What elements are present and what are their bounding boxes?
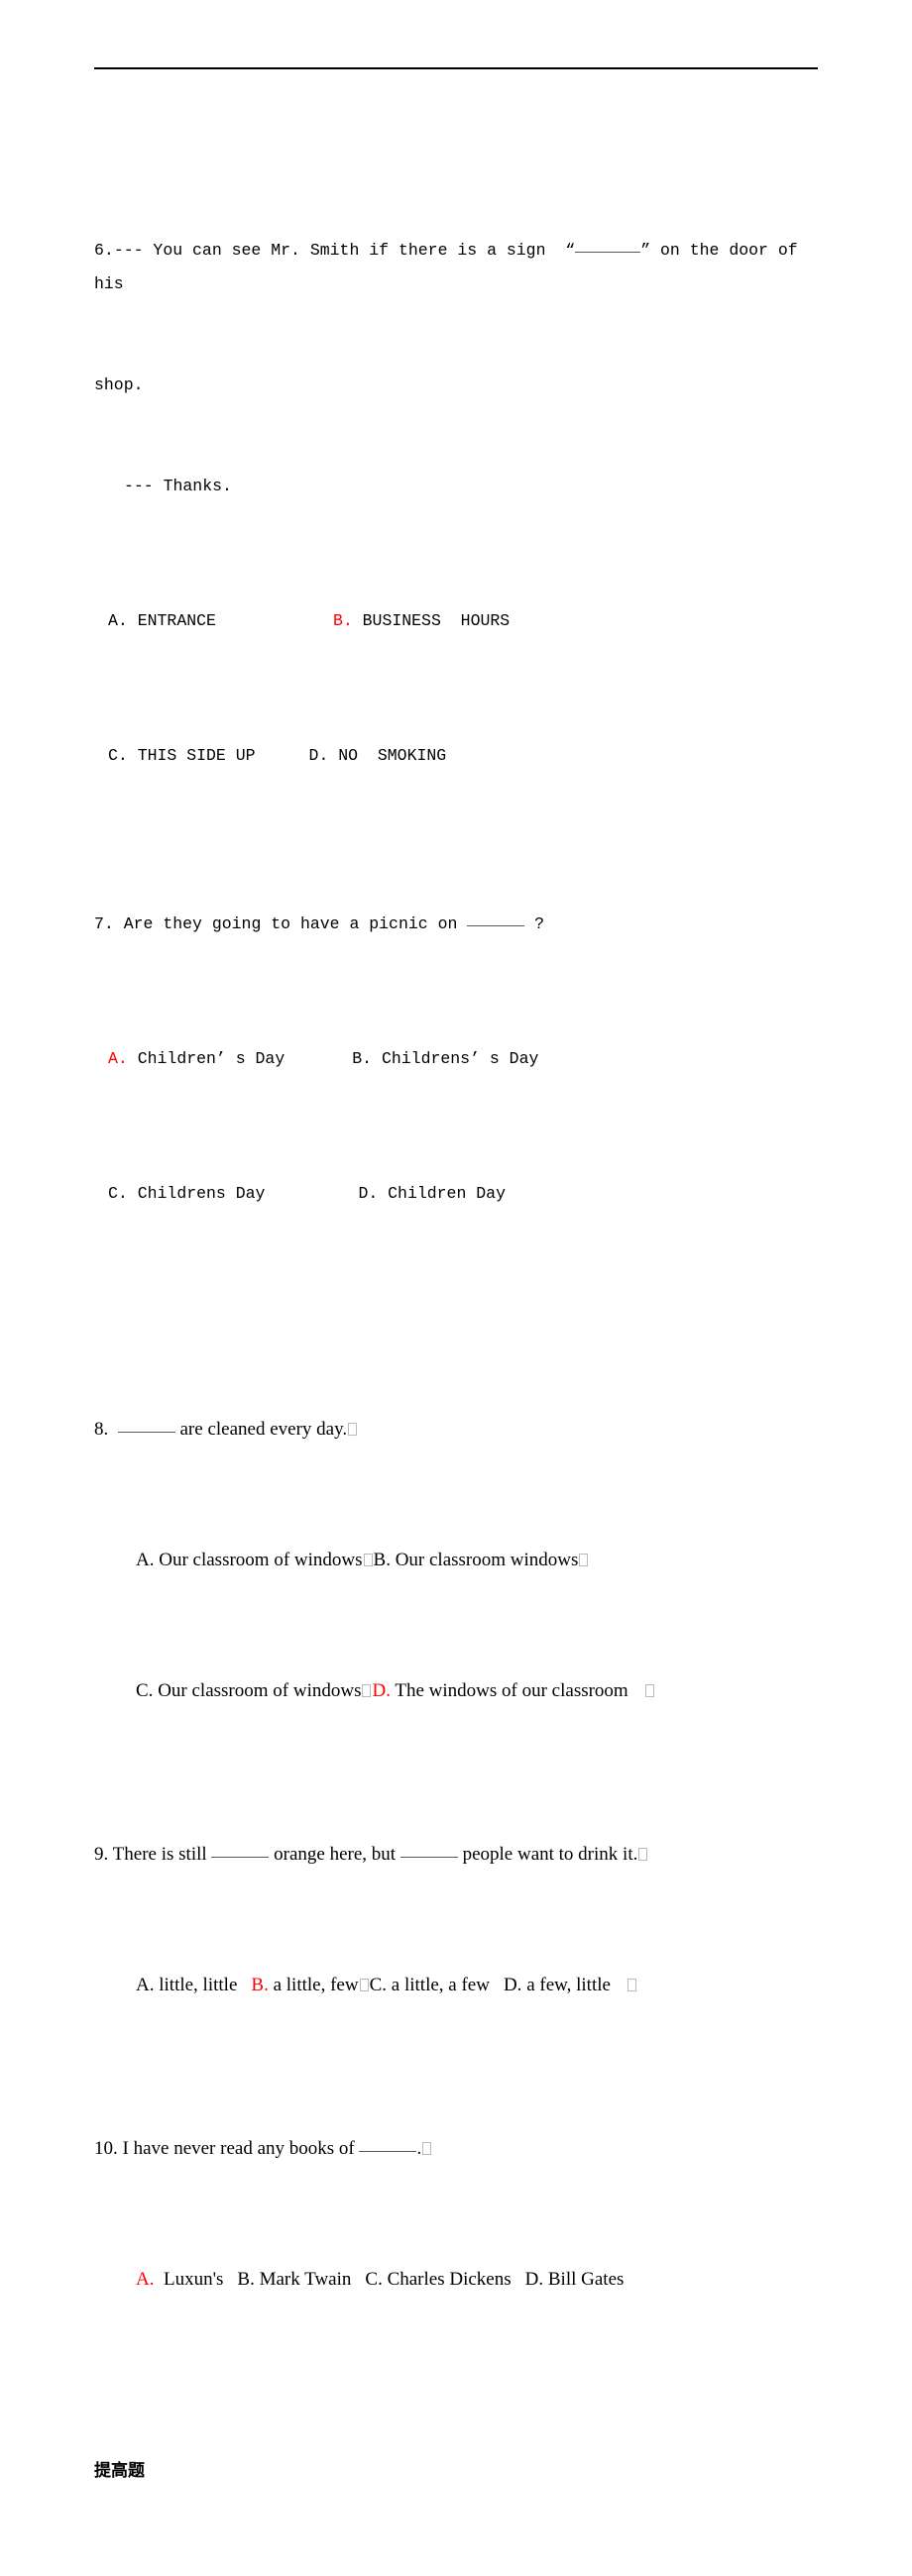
header-divider-rule bbox=[94, 67, 818, 69]
question-9-blank-2[interactable] bbox=[399, 1857, 458, 1858]
question-7-options-row-1: A. Children’ s Day B. Childrens’ s Day bbox=[94, 1042, 828, 1076]
option-letter[interactable]: D. bbox=[309, 746, 329, 765]
question-7-number: 7. bbox=[94, 914, 114, 933]
question-10-blank-1[interactable] bbox=[359, 2151, 417, 2152]
option-text[interactable]: Mark Twain bbox=[255, 2269, 352, 2290]
tofu-box-icon bbox=[359, 1979, 369, 1991]
option-text[interactable]: BUSINESS HOURS bbox=[353, 611, 511, 630]
question-6-stem-line3: --- Thanks. bbox=[124, 477, 232, 495]
question-10-stem: 10. I have never read any books of . bbox=[94, 2132, 828, 2165]
question-8-stem-part1 bbox=[108, 1419, 118, 1440]
option-letter[interactable]: D. bbox=[358, 1184, 378, 1203]
tofu-box-icon bbox=[638, 1848, 648, 1861]
option-text[interactable]: THIS SIDE UP bbox=[128, 746, 256, 765]
tofu-box-icon bbox=[362, 1684, 372, 1697]
question-8-blank-1[interactable] bbox=[117, 1432, 175, 1433]
question-10-stem-part1: I have never read any books of bbox=[122, 2138, 360, 2159]
option-letter[interactable]: D. bbox=[372, 1680, 390, 1701]
option-text[interactable]: Our classroom of windows bbox=[154, 1550, 362, 1570]
question-8-number: 8. bbox=[94, 1419, 109, 1440]
basic-section-mono-block: 6.--- You can see Mr. Smith if there is … bbox=[94, 99, 828, 1278]
option-letter[interactable]: D. bbox=[504, 1975, 521, 1995]
option-letter[interactable]: B. bbox=[251, 1975, 268, 1995]
option-letter[interactable]: D. bbox=[525, 2269, 543, 2290]
basic-section-serif-block: 8. are cleaned every day. A. Our classro… bbox=[94, 1282, 828, 2361]
question-6-options-row-1: A. ENTRANCE B. BUSINESS HOURS bbox=[94, 604, 828, 638]
question-8-options-row-2: C. Our classroom of windows D. The window… bbox=[94, 1674, 828, 1707]
question-9-stem: 9. There is still orange here, but peopl… bbox=[94, 1838, 828, 1871]
option-letter[interactable]: B. bbox=[352, 1049, 372, 1068]
question-6-stem-part1: --- You can see Mr. Smith if there is a … bbox=[113, 241, 576, 260]
question-6-blank-1[interactable] bbox=[575, 252, 641, 253]
option-text[interactable]: little, little bbox=[154, 1975, 237, 1995]
question-7-options-row-2: C. Childrens Day D. Children Day bbox=[94, 1177, 828, 1211]
question-7-stem-part2: ? bbox=[524, 914, 545, 933]
tofu-box-icon bbox=[627, 1979, 636, 1991]
option-text[interactable]: Children’ s Day bbox=[128, 1049, 285, 1068]
question-7-stem-part1: Are they going to have a picnic on bbox=[123, 914, 468, 933]
option-text[interactable]: ENTRANCE bbox=[128, 611, 216, 630]
tofu-box-icon bbox=[644, 1684, 654, 1697]
option-letter[interactable]: A. bbox=[108, 611, 128, 630]
worksheet-page: 6.--- You can see Mr. Smith if there is … bbox=[0, 0, 912, 2481]
question-6-stem-line2: shop. bbox=[94, 376, 144, 394]
question-9-stem-part1: There is still bbox=[112, 1844, 212, 1865]
option-letter[interactable]: C. bbox=[370, 1975, 387, 1995]
option-letter[interactable]: B. bbox=[333, 611, 353, 630]
tofu-box-icon bbox=[348, 1423, 358, 1436]
question-6-stem: 6.--- You can see Mr. Smith if there is … bbox=[94, 234, 828, 301]
advanced-section-block: 1. Twelve were hurt, but no were lost in… bbox=[94, 2490, 828, 2576]
tofu-box-icon bbox=[579, 1554, 589, 1566]
question-9-number: 9. bbox=[94, 1844, 109, 1865]
question-7-stem: 7. Are they going to have a picnic on ? bbox=[94, 908, 828, 941]
option-text[interactable]: a little, a few bbox=[387, 1975, 490, 1995]
tofu-box-icon bbox=[422, 2142, 432, 2155]
advanced-section-heading: 提高题 bbox=[94, 2461, 145, 2481]
question-9-stem-part3: people want to drink it. bbox=[457, 1844, 638, 1865]
question-9-options-row-1: A. little, little B. a little, few C. a li… bbox=[94, 1969, 828, 2001]
option-letter[interactable]: C. bbox=[365, 2269, 382, 2290]
option-text[interactable]: Our classroom windows bbox=[391, 1550, 579, 1570]
option-text[interactable]: a few, little bbox=[521, 1975, 611, 1995]
question-9-stem-part2: orange here, but bbox=[269, 1844, 400, 1865]
option-text[interactable]: Luxun's bbox=[154, 2269, 223, 2290]
option-text[interactable]: Childrens’ s Day bbox=[372, 1049, 538, 1068]
question-10-number: 10. bbox=[94, 2138, 118, 2159]
option-text[interactable]: Our classroom of windows bbox=[153, 1680, 361, 1701]
question-6-number: 6. bbox=[94, 241, 114, 260]
option-text[interactable]: Charles Dickens bbox=[383, 2269, 512, 2290]
option-letter[interactable]: C. bbox=[108, 746, 128, 765]
option-letter[interactable]: A. bbox=[136, 1550, 154, 1570]
option-text[interactable]: Childrens Day bbox=[128, 1184, 266, 1203]
option-letter[interactable]: A. bbox=[136, 1975, 154, 1995]
question-8-stem: 8. are cleaned every day. bbox=[94, 1413, 828, 1446]
option-letter[interactable]: C. bbox=[108, 1184, 128, 1203]
option-text[interactable]: The windows of our classroom bbox=[391, 1680, 627, 1701]
question-6-options-row-2: C. THIS SIDE UP D. NO SMOKING bbox=[94, 739, 828, 773]
question-10-options-row-1: A. Luxun's B. Mark Twain C. Charles Dicken… bbox=[94, 2263, 828, 2296]
option-letter[interactable]: A. bbox=[108, 1049, 128, 1068]
question-7-blank-1[interactable] bbox=[467, 925, 525, 926]
question-8-options-row-1: A. Our classroom of windows B. Our classr… bbox=[94, 1544, 828, 1576]
option-text[interactable]: Bill Gates bbox=[543, 2269, 625, 2290]
question-10-stem-part2: . bbox=[416, 2138, 422, 2159]
question-9-blank-1[interactable] bbox=[211, 1857, 270, 1858]
question-8-stem-part2: are cleaned every day. bbox=[174, 1419, 348, 1440]
option-letter[interactable]: B. bbox=[237, 2269, 254, 2290]
option-letter[interactable]: A. bbox=[136, 2269, 154, 2290]
tofu-box-icon bbox=[363, 1554, 373, 1566]
option-text[interactable]: a little, few bbox=[269, 1975, 359, 1995]
option-letter[interactable]: C. bbox=[136, 1680, 153, 1701]
option-text[interactable]: NO SMOKING bbox=[328, 746, 446, 765]
option-text[interactable]: Children Day bbox=[378, 1184, 506, 1203]
worksheet-content: 6.--- You can see Mr. Smith if there is … bbox=[94, 99, 828, 2576]
option-letter[interactable]: B. bbox=[374, 1550, 391, 1570]
